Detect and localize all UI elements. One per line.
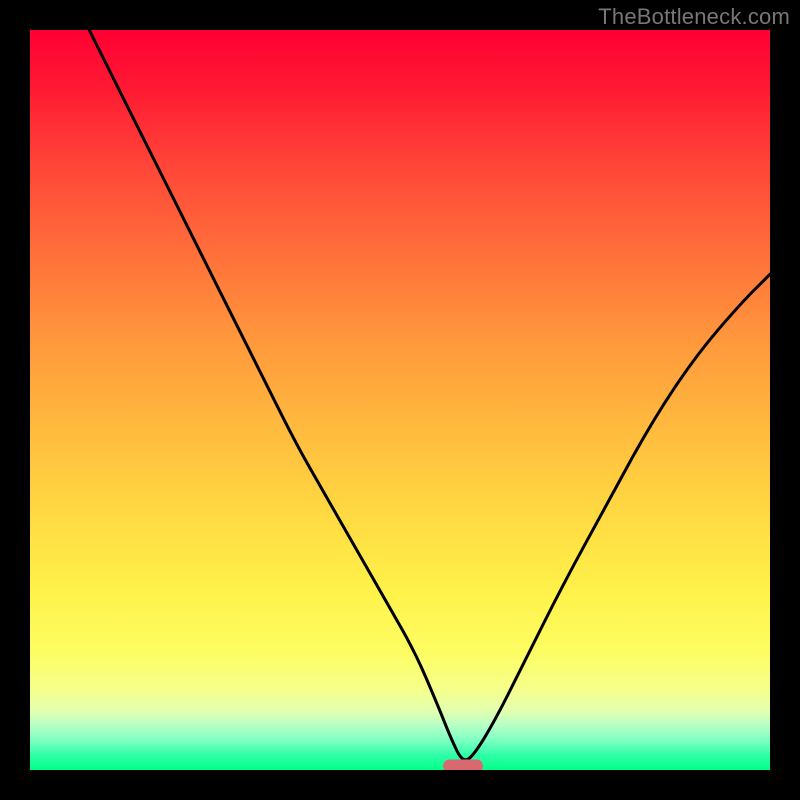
optimal-point-marker	[443, 760, 483, 770]
chart-frame: TheBottleneck.com	[0, 0, 800, 800]
bottleneck-curve	[30, 30, 770, 770]
watermark-text: TheBottleneck.com	[598, 4, 790, 30]
plot-area	[30, 30, 770, 770]
